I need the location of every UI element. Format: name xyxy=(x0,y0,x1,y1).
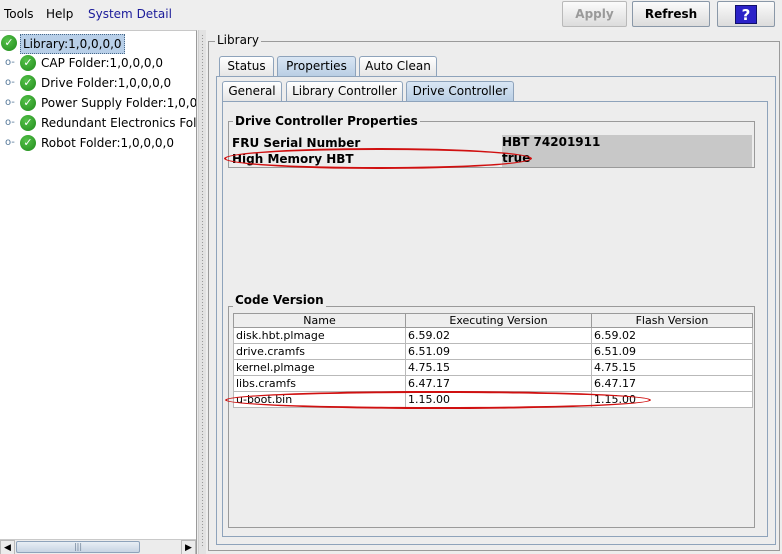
ok-status-icon: ✓ xyxy=(20,135,36,151)
subtab-library-controller[interactable]: Library Controller xyxy=(286,81,403,102)
tree-node-label: Library:1,0,0,0,0 xyxy=(20,34,125,54)
help-icon: ? xyxy=(735,5,757,24)
scrollbar-thumb[interactable]: ||| xyxy=(16,541,140,553)
tab-status[interactable]: Status xyxy=(219,56,274,77)
ok-status-icon: ✓ xyxy=(1,35,17,51)
ok-status-icon: ✓ xyxy=(20,115,36,131)
highlight-ellipse-high-memory xyxy=(224,148,532,169)
ok-status-icon: ✓ xyxy=(20,55,36,71)
ok-status-icon: ✓ xyxy=(20,95,36,111)
code-version-title: Code Version xyxy=(233,293,326,307)
scroll-left-icon[interactable]: ◀ xyxy=(0,540,15,554)
tree-node-label: Robot Folder:1,0,0,0,0 xyxy=(41,136,174,150)
table-header-row: Name Executing Version Flash Version xyxy=(233,313,753,328)
high-memory-hbt-value: true xyxy=(502,151,752,167)
executing-version-cell: 6.59.02 xyxy=(405,327,592,344)
menu-tools[interactable]: Tools xyxy=(4,7,34,21)
executing-version-cell: 6.47.17 xyxy=(405,375,592,392)
executing-version-cell: 6.51.09 xyxy=(405,343,592,360)
fru-serial-number-value: HBT 74201911 xyxy=(502,135,752,151)
library-frame-title: Library xyxy=(215,33,261,47)
menu-bar: Tools Help System Detail Apply Refresh ? xyxy=(0,0,782,30)
pane-splitter[interactable] xyxy=(198,30,206,554)
column-header-executing-version[interactable]: Executing Version xyxy=(405,313,592,328)
tree-horizontal-scrollbar[interactable]: ◀ ||| ▶ xyxy=(0,539,196,554)
expand-handle-icon[interactable]: o- xyxy=(5,94,15,112)
code-name-cell: drive.cramfs xyxy=(233,343,406,360)
flash-version-cell: 6.47.17 xyxy=(591,375,753,392)
help-button[interactable]: ? xyxy=(717,1,775,27)
expand-handle-icon[interactable]: o- xyxy=(5,114,15,132)
subtab-general[interactable]: General xyxy=(222,81,282,102)
tab-auto-clean[interactable]: Auto Clean xyxy=(359,56,437,77)
flash-version-cell: 6.59.02 xyxy=(591,327,753,344)
table-row[interactable]: kernel.plmage 4.75.15 4.75.15 xyxy=(233,359,753,376)
tree-node-label: Power Supply Folder:1,0,0,0, xyxy=(41,96,197,110)
apply-button[interactable]: Apply xyxy=(562,1,627,27)
navigation-tree: ✓ Library:1,0,0,0,0 o- ✓ CAP Folder:1,0,… xyxy=(0,30,197,554)
expand-handle-icon[interactable]: o- xyxy=(5,74,15,92)
menu-help[interactable]: Help xyxy=(46,7,73,21)
subtab-drive-controller[interactable]: Drive Controller xyxy=(406,81,514,102)
column-header-name[interactable]: Name xyxy=(233,313,406,328)
tree-node-label: Redundant Electronics Folde xyxy=(41,116,197,130)
table-row[interactable]: disk.hbt.plmage 6.59.02 6.59.02 xyxy=(233,327,753,344)
scroll-right-icon[interactable]: ▶ xyxy=(181,540,196,554)
menu-system-detail[interactable]: System Detail xyxy=(88,7,172,21)
expand-handle-icon[interactable]: o- xyxy=(5,54,15,72)
code-name-cell: disk.hbt.plmage xyxy=(233,327,406,344)
column-header-flash-version[interactable]: Flash Version xyxy=(591,313,753,328)
executing-version-cell: 4.75.15 xyxy=(405,359,592,376)
code-name-cell: kernel.plmage xyxy=(233,359,406,376)
expand-handle-icon[interactable]: o- xyxy=(5,134,15,152)
tab-properties[interactable]: Properties xyxy=(277,56,356,77)
code-name-cell: libs.cramfs xyxy=(233,375,406,392)
table-row[interactable]: drive.cramfs 6.51.09 6.51.09 xyxy=(233,343,753,360)
drive-controller-properties-title: Drive Controller Properties xyxy=(233,114,420,128)
ok-status-icon: ✓ xyxy=(20,75,36,91)
tree-node-label: CAP Folder:1,0,0,0,0 xyxy=(41,56,163,70)
flash-version-cell: 6.51.09 xyxy=(591,343,753,360)
refresh-button[interactable]: Refresh xyxy=(632,1,710,27)
table-row[interactable]: libs.cramfs 6.47.17 6.47.17 xyxy=(233,375,753,392)
tree-node-label: Drive Folder:1,0,0,0,0 xyxy=(41,76,172,90)
highlight-ellipse-u-boot xyxy=(225,391,651,409)
flash-version-cell: 4.75.15 xyxy=(591,359,753,376)
